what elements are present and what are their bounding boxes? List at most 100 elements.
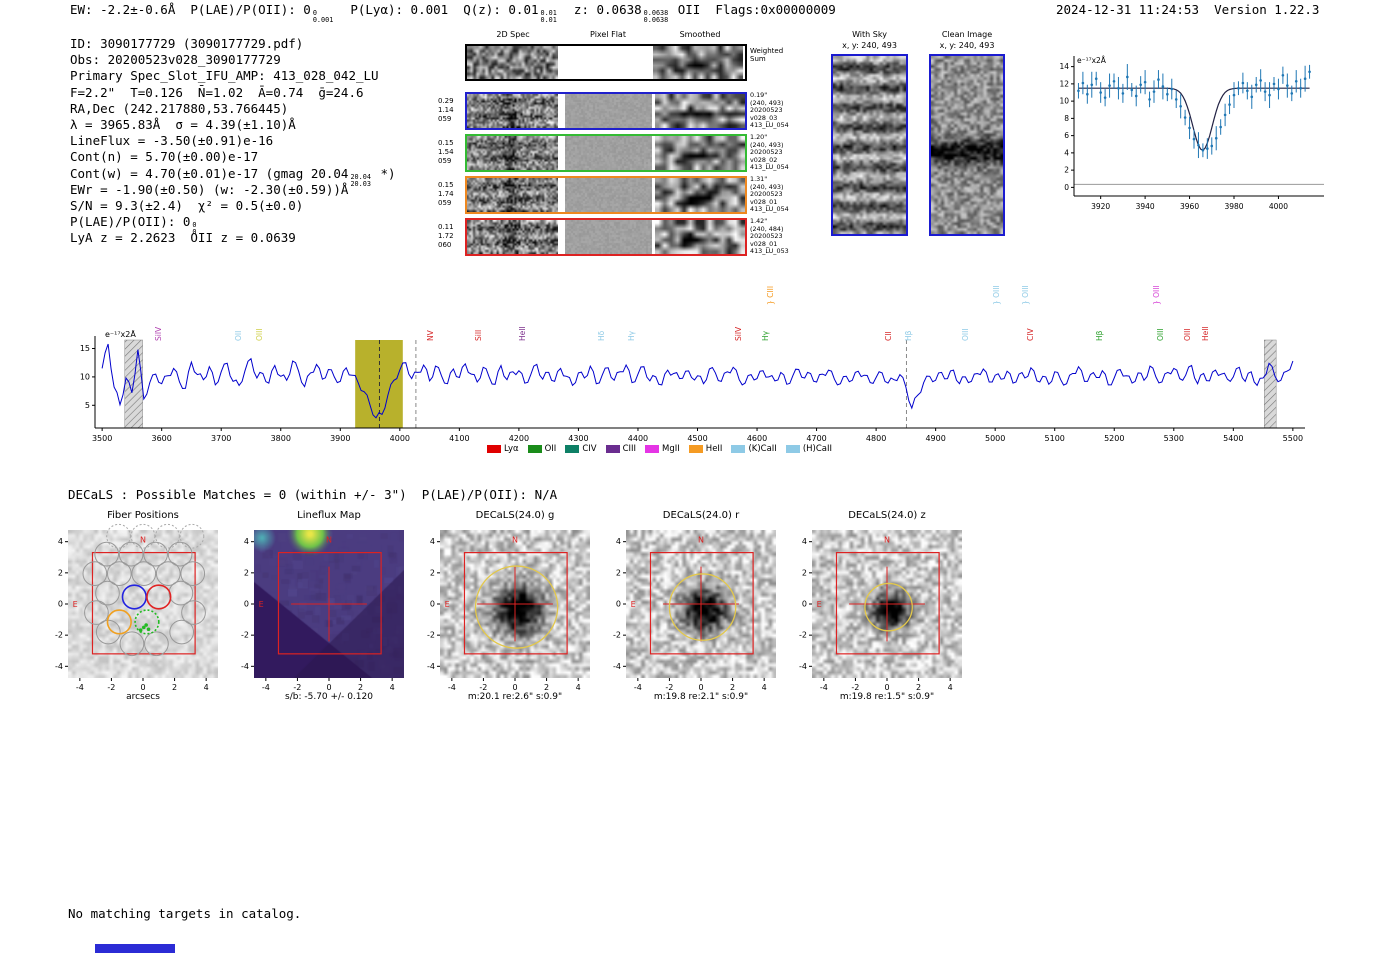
svg-text:2: 2 <box>358 683 363 692</box>
emission-line-label-OIII: } OIII <box>1152 285 1162 305</box>
smoothed-image <box>655 94 745 128</box>
svg-text:4: 4 <box>948 683 953 692</box>
legend-item: Lyα <box>487 444 519 454</box>
svg-text:4600: 4600 <box>747 434 767 443</box>
legend-swatch <box>487 445 501 453</box>
svg-text:4000: 4000 <box>390 434 410 443</box>
info-line: P(LAE)/P(OII): 000 <box>70 214 197 237</box>
svg-text:12: 12 <box>1059 79 1069 88</box>
with-sky-image <box>833 56 906 234</box>
svg-text:4400: 4400 <box>628 434 648 443</box>
svg-text:4300: 4300 <box>568 434 588 443</box>
svg-text:-2: -2 <box>665 683 673 692</box>
info-line: S/N = 9.3(±2.4) χ² = 0.5(±0.0) <box>70 197 304 213</box>
svg-text:E: E <box>73 600 78 609</box>
pixel-flat-image <box>565 220 652 254</box>
svg-text:-4: -4 <box>799 662 807 671</box>
svg-text:5000: 5000 <box>985 434 1005 443</box>
svg-text:0: 0 <box>802 600 807 609</box>
emission-line-label-OIII: OIII <box>1182 328 1192 341</box>
svg-text:4800: 4800 <box>866 434 886 443</box>
elixer-report: EW: -2.2±-0.6Å P(LAE)/P(OII): 0 0 0.001 P(… <box>0 0 1400 953</box>
svg-text:4700: 4700 <box>806 434 826 443</box>
svg-text:4: 4 <box>390 683 395 692</box>
smoothed-image <box>655 220 745 254</box>
emission-line-label-OIII: } OIII <box>991 285 1001 305</box>
smoothed-image <box>655 136 745 170</box>
svg-text:-4: -4 <box>448 683 456 692</box>
svg-text:5300: 5300 <box>1164 434 1184 443</box>
info-line: RA,Dec (242.217880,53.766445) <box>70 100 289 116</box>
value-bounds: 0.0638 0.0638 <box>643 9 669 24</box>
svg-text:0: 0 <box>616 600 621 609</box>
info-line: EWr = -1.90(±0.50) (w: -2.30(±0.59))Å <box>70 181 349 197</box>
spec2d-row-right-label: 1.31" (240, 493) 20200523 v028_01 413_LU_054 <box>750 175 789 214</box>
svg-text:2: 2 <box>58 568 63 577</box>
emission-line-label-NV: NV <box>425 330 435 341</box>
svg-text:-2: -2 <box>851 683 859 692</box>
legend-swatch <box>645 445 660 453</box>
legend-swatch <box>785 445 800 453</box>
emission-line-label-CIII: } CIII <box>765 285 775 305</box>
svg-text:14: 14 <box>1059 62 1069 71</box>
svg-text:-2: -2 <box>613 631 621 640</box>
info-line: LyA z = 2.2623 OII z = 0.0639 <box>70 230 296 246</box>
svg-text:3700: 3700 <box>211 434 231 443</box>
info-line: Cont(w) = 4.70(±0.01)e-17 (gmag 20.04 20.… <box>70 165 396 188</box>
svg-text:-4: -4 <box>241 662 249 671</box>
spec2d-row-left-label: 0.15 1.74 059 <box>438 181 454 207</box>
emission-line-label-Hδ: Hδ <box>597 330 607 341</box>
legend-item: (K)CaII <box>731 444 777 454</box>
svg-text:2: 2 <box>544 683 549 692</box>
svg-text:2: 2 <box>172 683 177 692</box>
svg-text:15: 15 <box>80 344 90 353</box>
emission-line-label-Hγ: Hγ <box>627 330 637 341</box>
spec2d-image <box>467 94 558 128</box>
emission-line-label-OIII: OIII <box>961 328 971 341</box>
info-line: LineFlux = -3.50(±0.91)e-16 <box>70 133 274 149</box>
info-line: Obs: 20200523v028_3090177729 <box>70 52 281 68</box>
emission-line-label-Hγ: Hγ <box>761 330 771 341</box>
catalog-match-header: DECaLS : Possible Matches = 0 (within +/… <box>68 487 558 502</box>
svg-text:-2: -2 <box>107 683 115 692</box>
detection-info-block: ID: 3090177729 (3090177729.pdf) Obs: 2020… <box>70 36 396 246</box>
pixel-flat-image <box>565 94 652 128</box>
value-bounds: 20.04 20.03 <box>350 172 371 188</box>
emission-line-label-HeII: HeII <box>1200 326 1210 341</box>
svg-text:8: 8 <box>1064 114 1069 123</box>
svg-text:4: 4 <box>1064 148 1069 157</box>
svg-text:6: 6 <box>1064 131 1069 140</box>
svg-text:-4: -4 <box>262 683 270 692</box>
spec2d-row-right-label: 1.20" (240, 493) 20200523 v028_02 413_LU_054 <box>750 133 789 172</box>
svg-text:0: 0 <box>140 683 145 692</box>
svg-text:0: 0 <box>244 600 249 609</box>
smoothed-image <box>655 178 745 212</box>
svg-text:2: 2 <box>1064 166 1069 175</box>
full-spectrum-chart: 3500 3600 3700 3800 3900 4000 4100 4200 4300 4400… <box>80 328 1330 462</box>
footer-notes: No matching targets in catalog. Row inte… <box>68 875 301 953</box>
spectrum-legend: Lyα OII CIV CIII MgII HeII (K)CaII (H)CaII <box>487 444 841 454</box>
pixel-flat-image <box>565 178 652 212</box>
svg-text:0: 0 <box>512 683 517 692</box>
legend-swatch <box>731 445 746 453</box>
emission-line-label-OIII: OIII <box>255 328 265 341</box>
clean-image <box>931 56 1003 234</box>
svg-text:10: 10 <box>1059 97 1069 106</box>
cutout-xlabel: m:19.8 re:1.5" s:0.9" <box>839 692 935 702</box>
svg-text:-2: -2 <box>293 683 301 692</box>
svg-text:3800: 3800 <box>271 434 291 443</box>
svg-text:2: 2 <box>802 568 807 577</box>
svg-text:-4: -4 <box>613 662 621 671</box>
sky-panel-coords: x, y: 240, 493 <box>939 41 995 50</box>
legend-swatch <box>527 445 542 453</box>
sky-panel-title: With Sky <box>852 30 887 39</box>
svg-text:10: 10 <box>80 372 90 381</box>
svg-text:N: N <box>698 535 704 544</box>
svg-text:0: 0 <box>698 683 703 692</box>
svg-text:-4: -4 <box>55 662 63 671</box>
svg-text:4200: 4200 <box>509 434 529 443</box>
emission-line-label-SiIV: SiIV <box>733 326 743 341</box>
svg-text:-2: -2 <box>241 631 249 640</box>
svg-text:3960: 3960 <box>1180 202 1199 211</box>
spec2d-row-left-label: 0.29 1.14 059 <box>438 97 454 123</box>
